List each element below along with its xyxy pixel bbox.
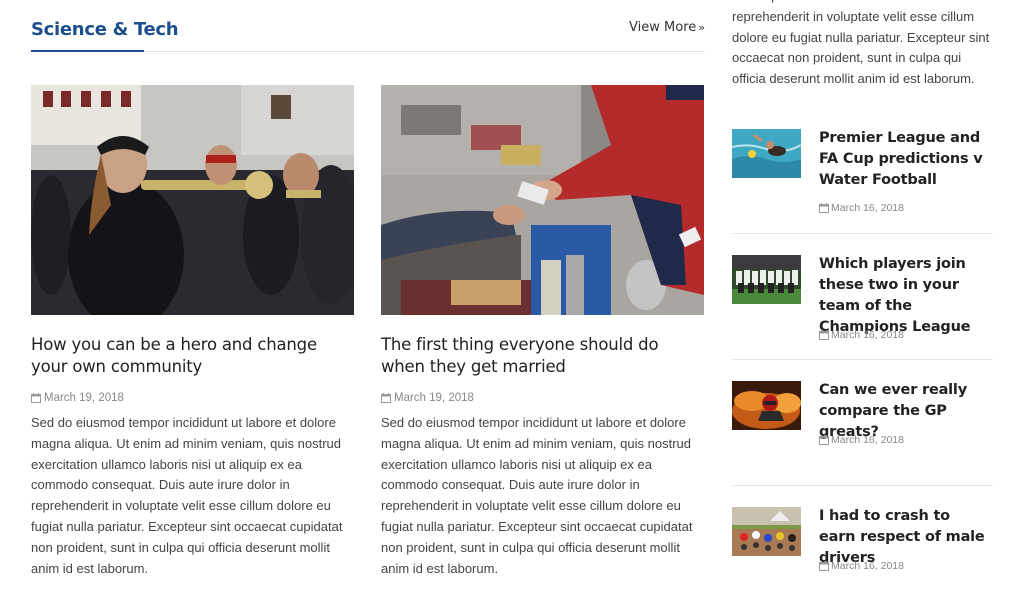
calendar-icon	[819, 330, 829, 340]
water-polo-photo	[732, 129, 801, 178]
sidebar-article-date: March 16, 2018	[819, 329, 904, 341]
view-more-link[interactable]: View More»	[629, 20, 705, 35]
football-team-photo	[732, 255, 801, 304]
sidebar-article-date: March 16, 2018	[819, 434, 904, 446]
sidebar-article-title[interactable]: Which players join these two in your tea…	[819, 254, 991, 338]
sidebar-intro-text: consequat. Duis aute irure dolor in repr…	[732, 0, 990, 87]
article-excerpt: Sed do eiusmod tempor incididunt ut labo…	[31, 415, 343, 576]
motocross-race-photo	[732, 507, 801, 556]
article-card: How you can be a hero and change your ow…	[31, 85, 355, 579]
article-title[interactable]: How you can be a hero and change your ow…	[31, 334, 355, 378]
sidebar-thumb-link[interactable]	[732, 381, 801, 430]
article-date: March 19, 2018	[31, 392, 355, 404]
sidebar-article-date: March 16, 2018	[819, 202, 904, 214]
calendar-icon	[819, 561, 829, 571]
sidebar-article-date-text: March 16, 2018	[831, 434, 904, 446]
view-more-label: View More	[629, 20, 697, 35]
calendar-icon	[381, 393, 391, 403]
section-title: Science & Tech	[31, 19, 179, 40]
sidebar-article-date-text: March 16, 2018	[831, 202, 904, 214]
article-image-link[interactable]	[381, 85, 704, 315]
section-header: Science & Tech View More»	[31, 0, 705, 52]
article-date-text: March 19, 2018	[44, 392, 124, 404]
article-title[interactable]: The first thing everyone should do when …	[381, 334, 705, 378]
calendar-icon	[819, 435, 829, 445]
article-card: The first thing everyone should do when …	[381, 85, 705, 579]
sidebar-thumb-link[interactable]	[732, 129, 801, 178]
brass-band-trumpet-photo	[31, 85, 354, 315]
motorcycle-racer-photo	[732, 381, 801, 430]
double-chevron-right-icon: »	[698, 21, 705, 34]
sidebar-article-date: March 16, 2018	[819, 560, 904, 572]
section-title-underline	[31, 50, 144, 52]
sidebar-article: Premier League and FA Cup predictions v …	[732, 128, 993, 234]
article-date: March 19, 2018	[381, 392, 705, 404]
calendar-icon	[819, 203, 829, 213]
sidebar-thumb-link[interactable]	[732, 507, 801, 556]
sidebar-article-date-text: March 16, 2018	[831, 560, 904, 572]
sidebar-thumb-link[interactable]	[732, 255, 801, 304]
sidebar-article-title[interactable]: Premier League and FA Cup predictions v …	[819, 128, 991, 191]
sidebar-article: Which players join these two in your tea…	[732, 254, 993, 360]
article-excerpt: Sed do eiusmod tempor incididunt ut labo…	[381, 415, 693, 576]
sidebar-article-date-text: March 16, 2018	[831, 329, 904, 341]
sidebar-article-list: Premier League and FA Cup predictions v …	[732, 128, 993, 599]
article-image-link[interactable]	[31, 85, 354, 315]
sidebar-article: Can we ever really compare the GP greats…	[732, 380, 993, 486]
sidebar-article: I had to crash to earn respect of male d…	[732, 506, 993, 599]
calendar-icon	[31, 393, 41, 403]
article-date-text: March 19, 2018	[394, 392, 474, 404]
market-cash-exchange-photo	[381, 85, 704, 315]
